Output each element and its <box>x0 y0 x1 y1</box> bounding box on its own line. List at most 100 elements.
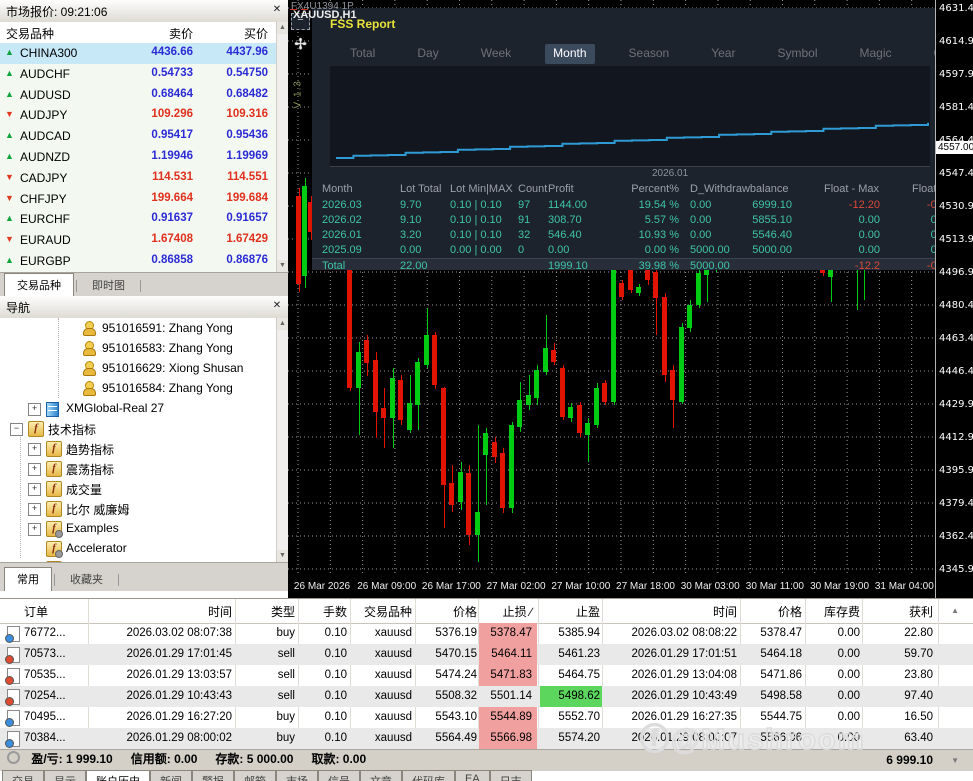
column-header-sl[interactable]: 止损 ∕ <box>503 603 532 620</box>
tree-item[interactable]: + f 趋势指标 <box>0 438 264 458</box>
terminal-tab-警报[interactable]: 警报 <box>192 770 234 781</box>
expand-plus-icon[interactable]: + <box>28 443 41 456</box>
expand-plus-icon[interactable]: + <box>28 483 41 496</box>
market-watch-panel: 市场报价: 09:21:06 ✕ 交易品种 卖价 买价 ▲ CHINA300 4436.… <box>0 0 289 297</box>
tree-item[interactable]: + f 震荡指标 <box>0 458 264 478</box>
orders-header-row[interactable]: 订单 时间 类型 手数 交易品种 价格 止损 ∕ 止盈 时间 价格 库存费 获利 <box>0 599 973 624</box>
column-header-type[interactable]: 类型 <box>271 603 295 620</box>
move-icon[interactable]: ✢ <box>292 35 309 55</box>
column-header-time[interactable]: 时间 <box>208 603 232 620</box>
quote-row[interactable]: ▲ AUDCHF 0.54733 0.54750 <box>0 63 277 85</box>
time-axis-label: 27 Mar 18:00 <box>616 581 675 592</box>
fss-tab-total[interactable]: Total <box>342 44 383 64</box>
chart-window[interactable]: FX4U1394 1P XAUUSD,H1 FSS Report Total Da… <box>288 0 973 598</box>
terminal-tab-交易[interactable]: 交易 <box>2 770 44 781</box>
column-header-time2[interactable]: 时间 <box>713 603 737 620</box>
order-row[interactable]: 70254... 2026.01.29 10:43:43 sell 0.10 xauus… <box>0 686 973 707</box>
tree-item[interactable]: − f 技术指标 <box>0 418 264 438</box>
tree-item[interactable]: + f 比尔 威廉姆 <box>0 498 264 518</box>
tree-item[interactable]: + XMGlobal-Real 27 <box>0 398 264 418</box>
fss-tab-season[interactable]: Season <box>621 44 678 64</box>
tree-item[interactable]: f Accelerator <box>0 538 264 558</box>
orders-scroll-up-icon[interactable]: ▲ <box>951 606 959 615</box>
orders-scroll-down-icon[interactable]: ▼ <box>951 756 959 765</box>
fss-tab-symbol[interactable]: Symbol <box>769 44 825 64</box>
quote-row[interactable]: ▼ EURAUD 1.67408 1.67429 <box>0 230 277 251</box>
price-axis[interactable]: 4631.404614.904597.904581.404564.404547.… <box>935 0 973 598</box>
close-icon[interactable]: ✕ <box>271 4 283 16</box>
column-header-ask[interactable]: 买价 <box>244 25 268 42</box>
column-header-bid[interactable]: 卖价 <box>169 25 193 42</box>
column-header-price2[interactable]: 价格 <box>778 603 802 620</box>
fss-tab-day[interactable]: Day <box>409 44 446 64</box>
tree-item[interactable]: + f 成交量 <box>0 478 264 498</box>
column-header-symbol[interactable]: 交易品种 <box>364 603 412 620</box>
quote-row[interactable]: ▲ CHINA300 4436.66 4437.96 <box>0 43 277 64</box>
order-row[interactable]: 76772... 2026.03.02 08:07:38 buy 0.10 xauusd… <box>0 623 973 644</box>
scroll-down-icon[interactable]: ▼ <box>277 260 288 272</box>
column-header-profit[interactable]: 获利 <box>909 603 933 620</box>
tree-item[interactable]: 951016591: Zhang Yong <box>0 318 264 338</box>
quote-row[interactable]: ▼ CADJPY 114.531 114.551 <box>0 167 277 189</box>
expand-plus-icon[interactable]: + <box>28 523 41 536</box>
expand-plus-icon[interactable]: + <box>28 503 41 516</box>
tab-symbols[interactable]: 交易品种 <box>4 273 74 297</box>
expand-plus-icon[interactable]: + <box>28 403 41 416</box>
terminal-tab-日志[interactable]: 日志 <box>489 770 532 781</box>
collapse-minus-icon[interactable]: − <box>10 423 23 436</box>
tab-common[interactable]: 常用 <box>4 567 52 591</box>
expand-plus-icon[interactable]: + <box>28 463 41 476</box>
order-type: buy <box>276 711 295 723</box>
terminal-tab-账户历史[interactable]: 账户历史 <box>86 770 150 781</box>
quote-row[interactable]: ▲ AUDCAD 0.95417 0.95436 <box>0 126 277 147</box>
column-header-lots[interactable]: 手数 <box>323 603 347 620</box>
navigator-titlebar[interactable]: 导航 ✕ <box>0 296 288 319</box>
terminal-tab-代码库[interactable]: 代码库 <box>402 770 455 781</box>
quote-row[interactable]: ▲ EURGBP 0.86858 0.86876 <box>0 251 277 272</box>
column-header-price[interactable]: 价格 <box>453 603 477 620</box>
column-header-symbol[interactable]: 交易品种 <box>6 25 54 42</box>
quote-row[interactable]: ▲ AUDNZD 1.19946 1.19969 <box>0 147 277 168</box>
tree-item[interactable]: 951016629: Xiong Shusan <box>0 358 264 378</box>
market-watch-scrollbar[interactable]: ▲ ▼ <box>276 22 288 272</box>
tree-item[interactable]: 951016584: Zhang Yong <box>0 378 264 398</box>
tree-item[interactable]: + f Examples <box>0 518 264 538</box>
tab-favorites[interactable]: 收藏夹 <box>57 567 116 591</box>
navigator-scrollbar[interactable]: ▲ ▼ <box>276 318 288 562</box>
terminal-tab-显示[interactable]: 显示 <box>44 770 86 781</box>
order-row[interactable]: 70535... 2026.01.29 13:03:57 sell 0.10 xauus… <box>0 665 973 686</box>
tree-item[interactable]: 951016583: Zhang Yong <box>0 338 264 358</box>
quote-row[interactable]: ▲ AUDUSD 0.68464 0.68482 <box>0 84 277 106</box>
column-header-order[interactable]: 订单 <box>24 603 48 620</box>
tab-tick-chart[interactable]: 即时图 <box>79 273 138 297</box>
close-icon[interactable]: ✕ <box>271 300 283 312</box>
scroll-up-icon[interactable]: ▲ <box>277 22 288 34</box>
market-watch-titlebar[interactable]: 市场报价: 09:21:06 ✕ <box>0 0 288 23</box>
time-axis[interactable]: 26 Mar 2026 26 Mar 09:00 26 Mar 17:00 27 Ma… <box>288 576 935 598</box>
column-header-tp[interactable]: 止盈 <box>576 603 600 620</box>
terminal-tab-市场[interactable]: 市场 <box>276 770 318 781</box>
order-profit: 23.80 <box>904 669 933 681</box>
terminal-tab-EA[interactable]: EA <box>455 770 490 781</box>
quote-row[interactable]: ▲ EURCHF 0.91637 0.91657 <box>0 209 277 231</box>
order-row[interactable]: 70573... 2026.01.29 17:01:45 sell 0.10 xauus… <box>0 644 973 665</box>
quote-row[interactable]: ▼ AUDJPY 109.296 109.316 <box>0 105 277 127</box>
market-watch-header[interactable]: 交易品种 卖价 买价 <box>0 22 277 44</box>
order-symbol: xauusd <box>374 669 412 681</box>
terminal-tab-文章[interactable]: 文章 <box>360 770 402 781</box>
scroll-down-icon[interactable]: ▼ <box>277 550 288 562</box>
quote-bid: 0.54733 <box>151 66 193 79</box>
fss-tab-year[interactable]: Year <box>703 44 743 64</box>
chart-plot-area[interactable]: FX4U1394 1P XAUUSD,H1 FSS Report Total Da… <box>288 0 935 576</box>
terminal-tab-新闻[interactable]: 新闻 <box>150 770 192 781</box>
price-axis-label: 4412.90 <box>939 432 973 443</box>
terminal-tab-邮箱[interactable]: 邮箱 <box>234 770 276 781</box>
scroll-up-icon[interactable]: ▲ <box>277 318 288 330</box>
terminal-tab-信号[interactable]: 信号 <box>318 770 360 781</box>
column-header-swap[interactable]: 库存费 <box>824 603 860 620</box>
fss-tab-magic[interactable]: Magic <box>852 44 900 64</box>
quote-row[interactable]: ▼ CHFJPY 199.664 199.684 <box>0 188 277 210</box>
fss-tab-week[interactable]: Week <box>473 44 519 64</box>
fss-tab-month[interactable]: Month <box>545 44 595 64</box>
fss-tab-comment[interactable]: Comment <box>926 44 935 64</box>
